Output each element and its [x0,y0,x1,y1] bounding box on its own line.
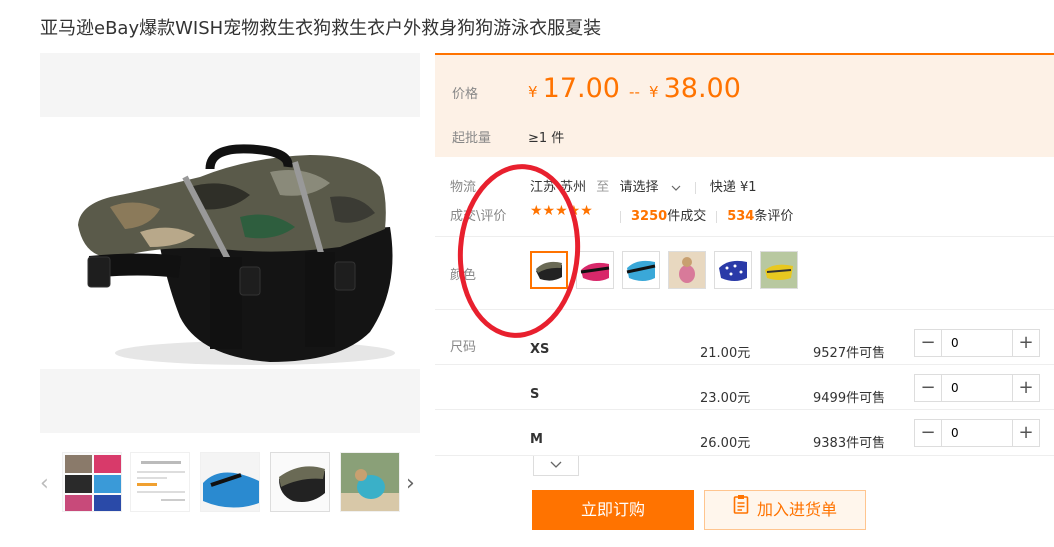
clipboard-icon [733,490,749,528]
price-max: 38.00 [663,73,741,104]
shipping-to-label: 至 [596,180,610,195]
shipping-origin: 江苏 苏州 [530,180,587,195]
add-to-cart-button[interactable]: 加入进货单 [704,490,866,530]
product-title: 亚马逊eBay爆款WISH宠物救生衣狗救生衣户外救身狗狗游泳衣服夏装 [40,18,602,39]
minus-icon[interactable]: − [915,375,942,401]
yellow-vest-swatch[interactable] [760,251,798,289]
reviews-count[interactable]: 534 [727,209,754,224]
deals-count[interactable]: 3250 [631,209,667,224]
divider [716,210,718,223]
chevron-down-icon [550,456,562,474]
size-price: 21.00元 [700,346,751,361]
quantity-input[interactable] [943,375,1013,401]
rating-stars: ★★★★★ [530,203,593,219]
divider [694,181,696,194]
minus-icon[interactable]: − [915,420,942,446]
plus-icon[interactable]: + [1012,420,1039,446]
expand-sizes-button[interactable] [533,456,579,476]
thumbnail-strip: ‹ › [40,452,420,516]
price-panel: 价格 ¥ 17.00 -- ¥ 38.00 起批量 ≥1 件 [435,53,1054,157]
currency-symbol: ¥ [648,83,659,101]
vest-collage-thumbnail[interactable] [62,452,122,512]
dog-wearing-vest-thumbnail[interactable] [340,452,400,512]
camo-vest-swatch[interactable] [530,251,568,289]
quantity-stepper: − + [914,419,1040,447]
transactions-label: 成交\评价 [450,209,507,224]
currency-symbol: ¥ [528,83,538,101]
blue-vest-swatch[interactable] [622,251,660,289]
blue-dot-vest-swatch[interactable] [714,251,752,289]
thumbnail-prev-arrow[interactable]: ‹ [40,468,49,500]
moq-label: 起批量 [452,131,492,146]
plus-icon[interactable]: + [1012,330,1039,356]
dog-life-vest-camo-image [40,117,420,369]
divider [435,409,1054,410]
destination-select[interactable]: 请选择 [619,180,658,195]
price-min: 17.00 [542,73,620,104]
size-name: S [530,387,540,402]
size-name: XS [530,342,550,357]
size-price: 26.00元 [700,436,751,451]
deals-text: 件成交 [667,209,707,224]
quantity-input[interactable] [943,330,1013,356]
size-stock: 9499件可售 [813,391,886,406]
divider [435,455,1054,456]
divider [435,364,1054,365]
price-label: 价格 [452,87,479,102]
dog-photo-swatch[interactable] [668,251,706,289]
add-to-cart-label: 加入进货单 [756,500,837,519]
price-range-separator: -- [629,83,640,101]
table-row: M 26.00元 9383件可售 − + [435,418,1054,464]
camo-vest-thumbnail[interactable] [270,452,330,512]
divider [435,309,1054,310]
minus-icon[interactable]: − [915,330,942,356]
chevron-down-icon[interactable] [671,180,681,195]
size-stock: 9527件可售 [813,346,886,361]
table-row: S 23.00元 9499件可售 − + [435,373,1054,419]
quantity-stepper: − + [914,329,1040,357]
size-price: 23.00元 [700,391,751,406]
buy-now-button[interactable]: 立即订购 [532,490,694,530]
plus-icon[interactable]: + [1012,375,1039,401]
thumbnail-next-arrow[interactable]: › [406,468,415,500]
moq-value: ≥1 件 [528,131,565,146]
size-stock: 9383件可售 [813,436,886,451]
quantity-stepper: − + [914,374,1040,402]
table-row: XS 21.00元 9527件可售 − + [435,328,1054,374]
price-range: ¥ 17.00 -- ¥ 38.00 [528,73,741,104]
logistics-label: 物流 [450,180,477,195]
shipping-fee: 快递 ¥1 [709,180,757,195]
color-label: 颜色 [450,268,477,283]
quantity-input[interactable] [943,420,1013,446]
divider [620,210,621,223]
reviews-text: 条评价 [754,209,794,224]
certificate-document-thumbnail[interactable] [130,452,190,512]
transactions-stats: 3250件成交 534条评价 [620,205,793,224]
size-name: M [530,432,543,447]
divider [435,236,1054,237]
main-product-image[interactable] [40,53,420,433]
red-vest-swatch[interactable] [576,251,614,289]
logistics-row: 江苏 苏州 至 请选择 快递 ¥1 [530,176,757,195]
blue-vest-thumbnail[interactable] [200,452,260,512]
